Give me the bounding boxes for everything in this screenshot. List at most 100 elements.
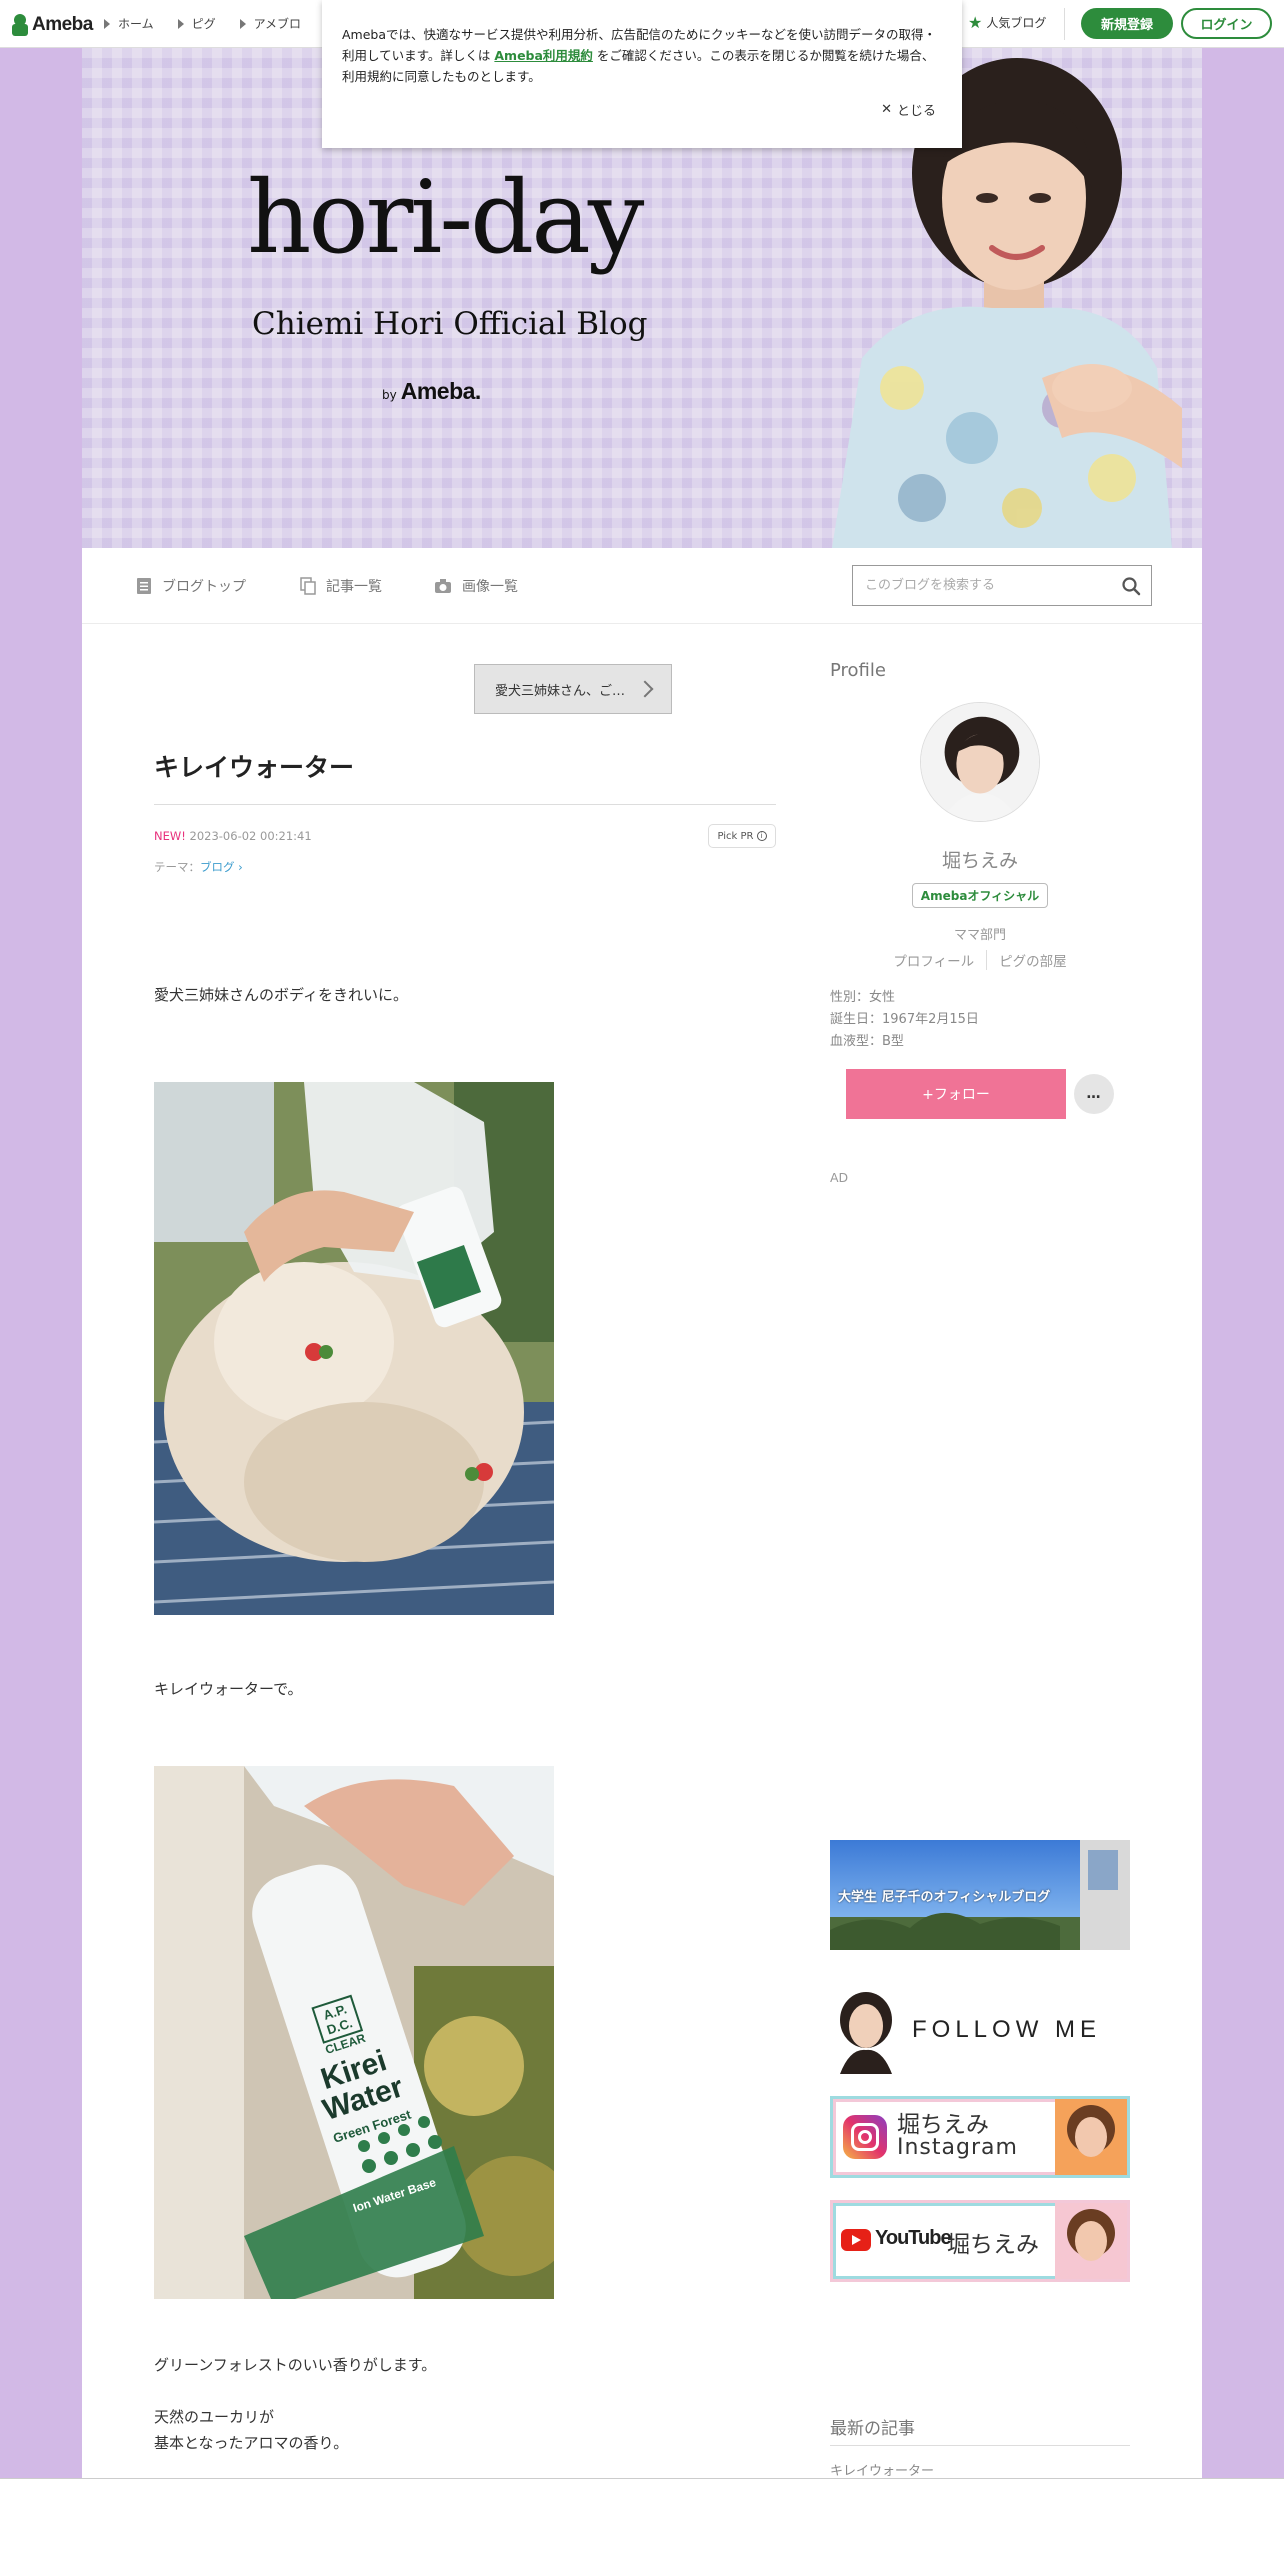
close-icon: ✕	[881, 102, 892, 117]
nav-label: ホーム	[118, 17, 154, 31]
cookie-banner: Amebaでは、快適なサービス提供や利用分析、広告配信のためにクッキーなどを使い…	[322, 0, 962, 148]
nav-label: ピグ	[191, 17, 216, 31]
menu-label: 記事一覧	[326, 579, 382, 595]
pick-pr-button[interactable]: Pick PR i	[708, 824, 776, 848]
youtube-banner[interactable]: YouTube 堀ちえみ	[830, 2200, 1130, 2282]
profile-blood-type: 血液型：B型	[830, 1034, 904, 1049]
instagram-name: 堀ちえみ	[897, 2112, 989, 2138]
search-input[interactable]	[853, 566, 1103, 605]
ad-label: AD	[830, 1170, 849, 1185]
cookie-close-button[interactable]: ✕ とじる	[881, 100, 936, 119]
popular-label: 人気ブログ	[986, 16, 1047, 30]
info-icon: i	[756, 831, 767, 841]
youtube-photo	[1055, 2203, 1127, 2279]
global-nav: ホーム ピグ アメブロ	[104, 15, 301, 32]
ameba-mascot-icon	[12, 14, 28, 36]
instagram-label: Instagram	[897, 2135, 1018, 2160]
entry-datetime: 2023-06-02 00:21:41	[189, 829, 312, 843]
close-label: とじる	[896, 104, 936, 119]
menu-label: ブログトップ	[162, 579, 246, 595]
divider	[1064, 8, 1065, 40]
daigaku-blog-banner[interactable]: 大学生 尼子千のオフィシャルブログ	[830, 1840, 1130, 1950]
blog-title: hori-day	[247, 159, 644, 276]
youtube-icon	[841, 2229, 871, 2251]
nav-label: アメブロ	[253, 17, 302, 31]
youtube-name: 堀ちえみ	[947, 2232, 1039, 2258]
theme-label: テーマ：	[154, 860, 200, 874]
nav-ameblo[interactable]: アメブロ	[239, 15, 302, 32]
follow-me-banner[interactable]: FOLLOW ME	[830, 1986, 1130, 2074]
title-divider	[154, 804, 776, 805]
document-icon	[137, 578, 151, 594]
triangle-right-icon	[104, 18, 110, 29]
blog-top-link[interactable]: ブログトップ	[136, 576, 246, 596]
blog-subtitle: Chiemi Hori Official Blog	[252, 306, 648, 342]
entry-paragraph: 基本となったアロマの香り。	[154, 2434, 349, 2452]
logo-text: Ameba	[32, 14, 93, 35]
profile-genre[interactable]: ママ部門	[830, 924, 1130, 943]
instagram-banner[interactable]: 堀ちえみ Instagram	[830, 2096, 1130, 2178]
menu-label: 画像一覧	[462, 579, 518, 595]
nav-home[interactable]: ホーム	[104, 15, 154, 32]
terms-link[interactable]: Ameba利用規約	[494, 48, 593, 63]
instagram-photo	[1055, 2099, 1127, 2175]
official-badge[interactable]: Amebaオフィシャル	[912, 883, 1048, 908]
entry-meta: NEW! 2023-06-02 00:21:41	[154, 829, 312, 843]
profile-birthday: 誕生日：1967年2月15日	[830, 1012, 979, 1027]
follow-me-photo	[840, 1992, 892, 2074]
ameba-logo[interactable]: Ameba	[12, 12, 93, 38]
blog-menu: ブログトップ 記事一覧 画像一覧	[82, 548, 1202, 624]
profile-links: プロフィール ピグの部屋	[830, 950, 1130, 970]
profile-name[interactable]: 堀ちえみ	[830, 846, 1130, 873]
profile-avatar[interactable]	[920, 702, 1040, 822]
prev-entry-button[interactable]: 愛犬三姉妹さん、ご…	[474, 664, 672, 714]
by-ameba-mark: by Ameba.	[382, 378, 481, 405]
bottom-bar	[0, 2478, 1284, 2568]
follow-button[interactable]: +フォロー	[846, 1069, 1066, 1119]
banner-text: 大学生 尼子千のオフィシャルブログ	[838, 1890, 1051, 1905]
main-content: 愛犬三姉妹さん、ご… キレイウォーター NEW! 2023-06-02 00:2…	[82, 624, 1202, 2479]
theme-link[interactable]: ブログ	[200, 860, 235, 874]
follow-me-text: FOLLOW ME	[912, 2016, 1102, 2043]
triangle-right-icon	[177, 18, 184, 29]
entry-paragraph: 愛犬三姉妹さんのボディをきれいに。	[154, 986, 408, 1004]
pigg-room-link[interactable]: ピグの部屋	[986, 950, 1079, 970]
image-list-link[interactable]: 画像一覧	[434, 576, 518, 596]
copy-icon	[300, 577, 316, 595]
blog-search	[852, 565, 1152, 606]
instagram-icon	[843, 2115, 887, 2159]
cookie-text: Amebaでは、快適なサービス提供や利用分析、広告配信のためにクッキーなどを使い…	[342, 24, 942, 87]
star-icon: ★	[968, 12, 983, 32]
new-badge: NEW!	[154, 829, 186, 843]
prev-entry-label: 愛犬三姉妹さん、ご…	[494, 683, 625, 699]
chevron-right-icon	[636, 680, 654, 698]
login-button[interactable]: ログイン	[1181, 8, 1272, 39]
more-options-button[interactable]: …	[1074, 1074, 1114, 1114]
entry-list-link[interactable]: 記事一覧	[300, 576, 382, 596]
youtube-label: YouTube	[875, 2227, 952, 2249]
entry-title[interactable]: キレイウォーター	[154, 748, 354, 784]
by-label: by	[382, 388, 397, 402]
profile-info: 性別：女性 誕生日：1967年2月15日 血液型：B型	[830, 987, 979, 1053]
divider	[830, 2445, 1130, 2446]
recent-entries-heading: 最新の記事	[830, 2419, 915, 2439]
triangle-right-icon	[239, 18, 246, 29]
profile-link[interactable]: プロフィール	[881, 950, 986, 970]
chevron-right-icon: ›	[238, 860, 243, 874]
register-button[interactable]: 新規登録	[1081, 8, 1173, 39]
brand-label: Ameba.	[400, 378, 482, 404]
popular-blogs-link[interactable]: ★ 人気ブログ	[968, 14, 1046, 31]
recent-entry-link[interactable]: キレイウォーター	[830, 2460, 934, 2479]
entry-paragraph: グリーンフォレストのいい香りがします。	[154, 2356, 437, 2374]
profile-heading: Profile	[830, 660, 886, 681]
nav-pigg[interactable]: ピグ	[177, 15, 216, 32]
camera-icon	[435, 579, 451, 593]
entry-theme: テーマ：ブログ ›	[154, 859, 243, 875]
profile-gender: 性別：女性	[830, 990, 896, 1005]
pickpr-label: Pick PR	[717, 830, 754, 842]
entry-photo-bottle[interactable]: A.P. D.C. CLEAR Kirei Water Green Forest …	[154, 1766, 554, 2299]
search-icon[interactable]	[1121, 576, 1141, 596]
entry-photo-dog[interactable]	[154, 1082, 554, 1615]
entry-paragraph: キレイウォーターで。	[154, 1680, 303, 1698]
entry-paragraph: 天然のユーカリが	[154, 2408, 275, 2426]
